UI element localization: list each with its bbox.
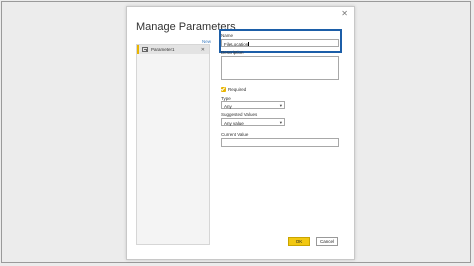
ok-button[interactable]: OK — [288, 237, 310, 246]
chevron-down-icon: ▾ — [279, 102, 282, 108]
parameter-item-label: Parameter1 — [151, 47, 175, 52]
text-caret — [248, 41, 249, 46]
required-label: Required — [228, 87, 247, 92]
type-select[interactable]: Any ▾ — [221, 101, 285, 109]
suggested-values-select-value: Any value — [224, 120, 244, 126]
remove-parameter-icon[interactable]: ✕ — [201, 47, 205, 53]
suggested-values-label: Suggested Values — [221, 112, 258, 117]
manage-parameters-dialog: ✕ Manage Parameters New Parameter1 ✕ Nam… — [126, 6, 355, 260]
current-value-label: Current Value — [221, 132, 249, 137]
cancel-button[interactable]: Cancel — [316, 237, 338, 246]
required-checkbox[interactable] — [221, 87, 226, 92]
parameter-list: Parameter1 ✕ — [136, 44, 210, 245]
close-icon[interactable]: ✕ — [341, 9, 348, 19]
description-field[interactable] — [221, 56, 339, 80]
table-icon — [142, 46, 148, 52]
name-field[interactable]: FileLocation — [221, 39, 339, 47]
suggested-values-select[interactable]: Any value ▾ — [221, 118, 285, 126]
chevron-down-icon: ▾ — [279, 119, 282, 125]
parameter-item-parameter1[interactable]: Parameter1 ✕ — [137, 45, 209, 54]
description-label: Description — [221, 50, 244, 55]
current-value-field[interactable] — [221, 138, 339, 147]
name-field-value: FileLocation — [224, 41, 249, 47]
type-select-value: Any — [224, 103, 232, 109]
